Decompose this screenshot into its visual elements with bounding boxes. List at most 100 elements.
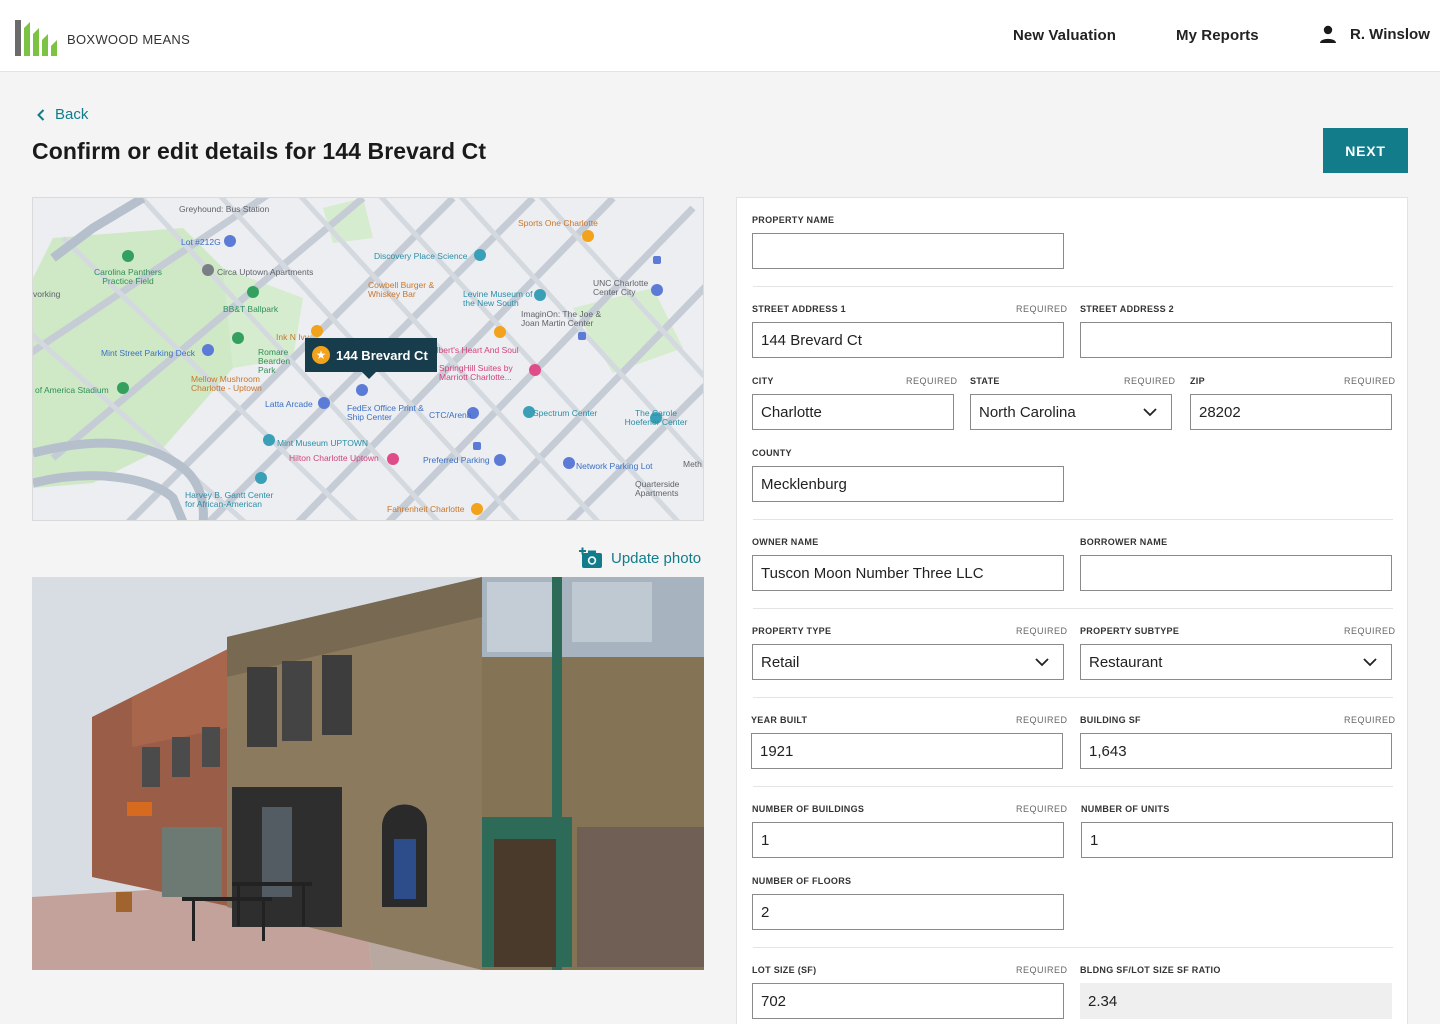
map-label: Carolina Panthers Practice Field — [93, 267, 163, 286]
street-address-1-label: STREET ADDRESS 1 — [752, 304, 846, 314]
zip-label: ZIP — [1190, 376, 1205, 386]
borrower-name-input[interactable] — [1080, 555, 1392, 591]
section-divider — [753, 947, 1393, 948]
back-link[interactable]: Back — [37, 106, 88, 123]
section-divider — [753, 608, 1393, 609]
brand-logo[interactable]: BOXWOOD MEANS — [15, 16, 190, 56]
map-label: Meth — [683, 459, 702, 469]
user-icon — [1320, 25, 1336, 43]
map-label: Mellow Mushroom Charlotte - Uptown — [191, 374, 262, 393]
state-value: North Carolina — [979, 403, 1076, 421]
year-built-input[interactable]: 1921 — [751, 733, 1063, 769]
number-of-floors-input[interactable]: 2 — [752, 894, 1064, 930]
owner-name-input[interactable]: Tuscon Moon Number Three LLC — [752, 555, 1064, 591]
map-label: Hilton Charlotte Uptown — [289, 453, 379, 463]
add-photo-icon — [579, 547, 602, 568]
map-label: FedEx Office Print & Ship Center — [347, 403, 424, 422]
map-pin-text: 144 Brevard Ct — [336, 347, 428, 363]
property-photo — [32, 577, 704, 970]
location-map[interactable]: Greyhound: Bus Station Lot #212G Carolin… — [32, 197, 704, 521]
number-of-units-label: NUMBER OF UNITS — [1081, 804, 1170, 814]
state-label: STATE — [970, 376, 1000, 386]
street-address-1-input[interactable]: 144 Brevard Ct — [752, 322, 1064, 358]
nav-my-reports[interactable]: My Reports — [1176, 27, 1259, 44]
map-label: Albert's Heart And Soul — [431, 345, 519, 355]
user-name: R. Winslow — [1350, 25, 1430, 43]
next-button[interactable]: NEXT — [1323, 128, 1408, 173]
required-indicator: REQUIRED — [1016, 804, 1068, 814]
map-label: Sports One Charlotte — [518, 218, 598, 228]
lot-size-input[interactable]: 702 — [752, 983, 1064, 1019]
map-label: ImaginOn: The Joe & Joan Martin Center — [521, 309, 602, 328]
map-label: SpringHill Suites by Marriott Charlotte.… — [439, 363, 513, 382]
page-title: Confirm or edit details for 144 Brevard … — [32, 138, 487, 164]
number-of-floors-label: NUMBER OF FLOORS — [752, 876, 852, 886]
chevron-down-icon — [1363, 658, 1377, 667]
map-pin-label[interactable]: ★ 144 Brevard Ct — [305, 338, 437, 379]
number-of-units-input[interactable]: 1 — [1081, 822, 1393, 858]
map-label: vorking — [33, 289, 61, 299]
map-label: BB&T Ballpark — [223, 304, 279, 314]
state-select[interactable]: North Carolina — [970, 394, 1172, 430]
map-label: Mint Street Parking Deck — [101, 348, 196, 358]
user-menu[interactable]: R. Winslow — [1318, 24, 1430, 44]
chevron-down-icon — [1035, 658, 1049, 667]
required-indicator: REQUIRED — [1344, 376, 1396, 386]
zip-input[interactable]: 28202 — [1190, 394, 1392, 430]
ratio-label: BLDNG SF/LOT SIZE SF RATIO — [1080, 965, 1221, 975]
property-subtype-select[interactable]: Restaurant — [1080, 644, 1392, 680]
county-input[interactable]: Mecklenburg — [752, 466, 1064, 502]
map-label: Harvey B. Gantt Center for African-Ameri… — [185, 490, 274, 509]
property-type-label: PROPERTY TYPE — [752, 626, 832, 636]
borrower-name-label: BORROWER NAME — [1080, 537, 1168, 547]
map-label: Romare Bearden Park — [258, 347, 291, 375]
street-address-2-label: STREET ADDRESS 2 — [1080, 304, 1174, 314]
map-label: UNC Charlotte Center City — [593, 278, 649, 297]
map-label: of America Stadium — [35, 385, 109, 395]
property-details-form: PROPERTY NAME STREET ADDRESS 1 REQUIRED … — [736, 197, 1408, 1024]
required-indicator: REQUIRED — [1344, 626, 1396, 636]
boxwood-logo-icon — [15, 20, 57, 56]
chevron-left-icon — [37, 108, 45, 121]
nav-new-valuation[interactable]: New Valuation — [1013, 27, 1116, 44]
building-photo-illustration — [32, 577, 704, 970]
required-indicator: REQUIRED — [1016, 304, 1068, 314]
map-label: Quarterside Apartments — [635, 479, 680, 498]
section-divider — [753, 697, 1393, 698]
property-name-input[interactable] — [752, 233, 1064, 269]
number-of-buildings-input[interactable]: 1 — [752, 822, 1064, 858]
map-label: Mint Museum UPTOWN — [277, 438, 368, 448]
map-label: The Carole Hoefener Center — [624, 408, 688, 427]
app-header: BOXWOOD MEANS New Valuation My Reports R… — [0, 0, 1440, 72]
required-indicator: REQUIRED — [1344, 715, 1396, 725]
city-input[interactable]: Charlotte — [752, 394, 954, 430]
building-sf-label: BUILDING SF — [1080, 715, 1141, 725]
chevron-down-icon — [1143, 408, 1157, 417]
map-label: Spectrum Center — [533, 408, 598, 418]
owner-name-label: OWNER NAME — [752, 537, 819, 547]
map-label: Discovery Place Science — [374, 251, 468, 261]
city-label: CITY — [752, 376, 774, 386]
section-divider — [753, 286, 1393, 287]
ratio-value: 2.34 — [1080, 983, 1392, 1019]
property-type-value: Retail — [761, 653, 800, 671]
map-label: Lot #212G — [181, 237, 221, 247]
section-divider — [753, 786, 1393, 787]
street-address-2-input[interactable] — [1080, 322, 1392, 358]
required-indicator: REQUIRED — [1124, 376, 1176, 386]
brand-name: BOXWOOD MEANS — [67, 31, 191, 47]
required-indicator: REQUIRED — [1016, 965, 1068, 975]
section-divider — [753, 519, 1393, 520]
star-icon: ★ — [312, 346, 330, 364]
required-indicator: REQUIRED — [1016, 715, 1068, 725]
county-label: COUNTY — [752, 448, 792, 458]
map-label: Latta Arcade — [265, 399, 313, 409]
property-subtype-value: Restaurant — [1089, 653, 1163, 671]
map-label: Levine Museum of the New South — [463, 289, 533, 308]
year-built-label: YEAR BUILT — [751, 715, 808, 725]
property-name-label: PROPERTY NAME — [752, 215, 835, 225]
property-type-select[interactable]: Retail — [752, 644, 1064, 680]
map-label: Fahrenheit Charlotte — [387, 504, 465, 514]
building-sf-input[interactable]: 1,643 — [1080, 733, 1392, 769]
update-photo-link[interactable]: Update photo — [579, 547, 701, 569]
